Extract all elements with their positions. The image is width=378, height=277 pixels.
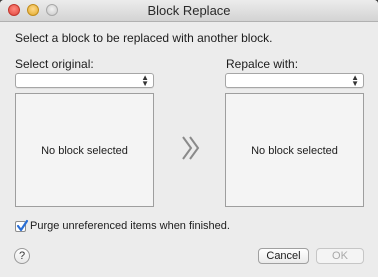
window-title: Block Replace	[147, 3, 231, 18]
instruction-text: Select a block to be replaced with anoth…	[15, 31, 273, 45]
select-arrows-icon: ▲ ▼	[351, 73, 359, 88]
checkmark-icon	[16, 219, 29, 232]
replacement-preview-message: No block selected	[251, 145, 338, 157]
title-bar[interactable]: Block Replace	[0, 0, 378, 22]
block-replace-dialog: Block Replace Select a block to be repla…	[0, 0, 378, 277]
help-button[interactable]: ?	[14, 248, 30, 264]
replacement-label: Repalce with:	[226, 57, 299, 71]
original-block-select[interactable]: ▲ ▼	[15, 73, 154, 88]
purge-checkbox-label[interactable]: Purge unreferenced items when finished.	[30, 220, 230, 232]
purge-checkbox[interactable]	[15, 219, 29, 232]
original-preview-message: No block selected	[41, 145, 128, 157]
cancel-button[interactable]: Cancel	[258, 248, 309, 264]
original-block-preview: No block selected	[15, 93, 154, 207]
replacement-block-select[interactable]: ▲ ▼	[225, 73, 364, 88]
select-arrows-icon: ▲ ▼	[141, 73, 149, 88]
double-chevron-right-icon	[180, 135, 202, 161]
ok-button[interactable]: OK	[316, 248, 364, 264]
replacement-block-preview: No block selected	[225, 93, 364, 207]
original-label: Select original:	[15, 57, 94, 71]
